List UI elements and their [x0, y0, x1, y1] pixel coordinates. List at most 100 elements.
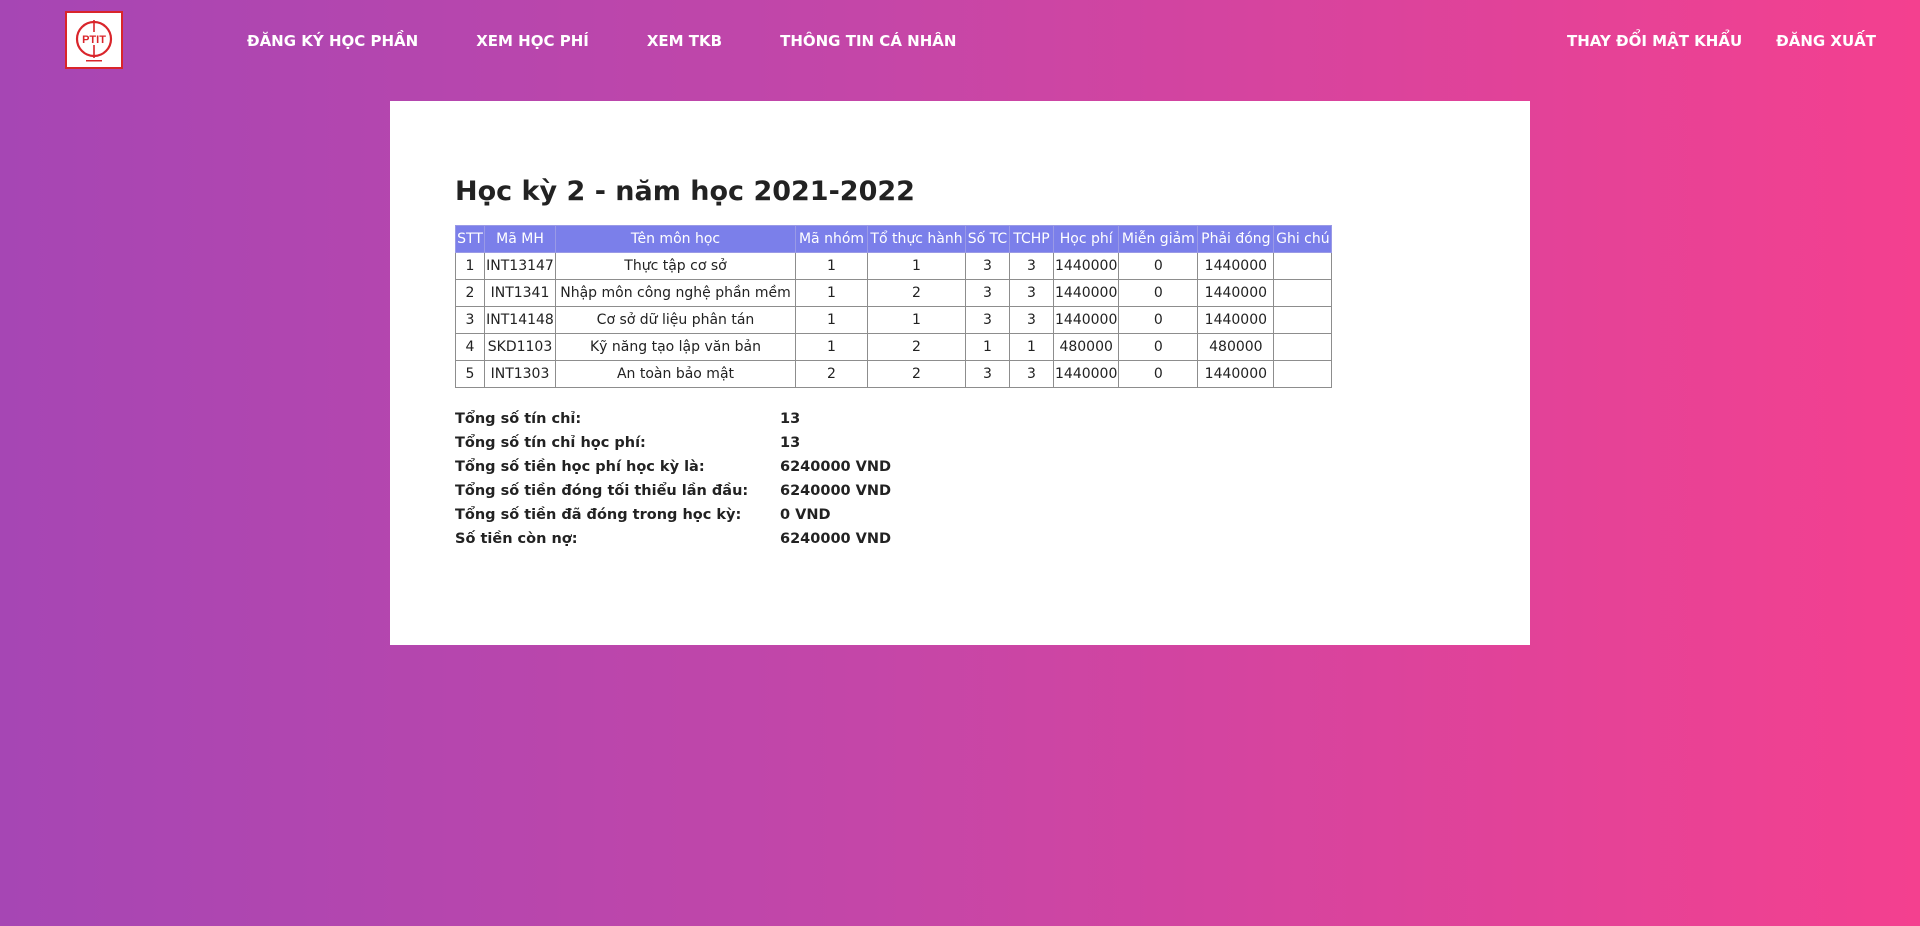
summary-label: Tổng số tín chỉ học phí: — [455, 435, 646, 451]
nav-right: THAY ĐỔI MẬT KHẨU ĐĂNG XUẤT — [1533, 0, 1876, 82]
summary-row-dong-toi-thieu: Tổng số tiền đóng tối thiểu lần đầu: 624… — [455, 479, 891, 503]
summary-value: 13 — [780, 435, 801, 451]
nav-thong-tin-ca-nhan[interactable]: THÔNG TIN CÁ NHÂN — [780, 32, 956, 50]
summary-row-tong-tien-hoc-phi: Tổng số tiền học phí học kỳ là: 6240000 … — [455, 455, 891, 479]
cell-ma-mh: INT1303 — [484, 360, 556, 388]
summary-value: 0 VND — [780, 507, 831, 523]
col-header-so-tc: Số TC — [965, 225, 1010, 253]
cell-hoc-phi: 480000 — [1052, 333, 1120, 361]
cell-stt: 1 — [455, 252, 485, 280]
cell-tchp: 3 — [1009, 252, 1054, 280]
col-header-ghi-chu: Ghi chú — [1273, 225, 1333, 253]
nav-dang-ky-hoc-phan[interactable]: ĐĂNG KÝ HỌC PHẦN — [247, 32, 418, 50]
cell-mien-giam: 0 — [1118, 306, 1199, 334]
nav-left: ĐĂNG KÝ HỌC PHẦN XEM HỌC PHÍ XEM TKB THÔ… — [247, 0, 1014, 82]
page-title: Học kỳ 2 - năm học 2021-2022 — [455, 176, 915, 207]
tuition-summary: Tổng số tín chỉ: 13 Tổng số tín chỉ học … — [455, 407, 891, 551]
ptit-logo-icon[interactable]: PTIT — [65, 11, 123, 69]
cell-mien-giam: 0 — [1118, 360, 1199, 388]
cell-ghi-chu — [1273, 306, 1333, 334]
cell-so-tc: 3 — [965, 360, 1010, 388]
cell-ma-mh: INT1341 — [484, 279, 556, 307]
cell-so-tc: 3 — [965, 306, 1010, 334]
cell-tchp: 1 — [1009, 333, 1054, 361]
col-header-phai-dong: Phải đóng — [1197, 225, 1275, 253]
summary-row-tong-so-tin-chi-hoc-phi: Tổng số tín chỉ học phí: 13 — [455, 431, 891, 455]
cell-to-thuc-hanh: 2 — [867, 279, 966, 307]
cell-stt: 3 — [455, 306, 485, 334]
cell-to-thuc-hanh: 1 — [867, 306, 966, 334]
summary-label: Tổng số tiền đã đóng trong học kỳ: — [455, 507, 742, 523]
cell-ghi-chu — [1273, 333, 1333, 361]
top-navbar: PTIT ĐĂNG KÝ HỌC PHẦN XEM HỌC PHÍ XEM TK… — [0, 0, 1920, 82]
summary-value: 6240000 VND — [780, 531, 892, 547]
cell-tchp: 3 — [1009, 279, 1054, 307]
summary-label: Tổng số tín chỉ: — [455, 411, 582, 427]
nav-dang-xuat[interactable]: ĐĂNG XUẤT — [1776, 32, 1876, 50]
summary-value: 6240000 VND — [780, 459, 892, 475]
table-row: 5 INT1303 An toàn bảo mật 2 2 3 3 144000… — [455, 360, 1333, 388]
cell-ma-mh: SKD1103 — [484, 333, 556, 361]
col-header-ten-mon-hoc: Tên môn học — [555, 225, 796, 253]
table-row: 4 SKD1103 Kỹ năng tạo lập văn bản 1 2 1 … — [455, 333, 1333, 361]
table-row: 1 INT13147 Thực tập cơ sở 1 1 3 3 144000… — [455, 252, 1333, 280]
col-header-to-thuc-hanh: Tổ thực hành — [867, 225, 966, 253]
col-header-ma-mh: Mã MH — [484, 225, 556, 253]
cell-ma-mh: INT14148 — [484, 306, 556, 334]
logo-text: PTIT — [82, 34, 106, 46]
nav-thay-doi-mat-khau[interactable]: THAY ĐỔI MẬT KHẨU — [1567, 32, 1742, 50]
cell-mien-giam: 0 — [1118, 333, 1199, 361]
cell-phai-dong: 480000 — [1197, 333, 1275, 361]
summary-value: 13 — [780, 411, 801, 427]
cell-to-thuc-hanh: 1 — [867, 252, 966, 280]
table-row: 3 INT14148 Cơ sở dữ liệu phân tán 1 1 3 … — [455, 306, 1333, 334]
cell-ma-nhom: 1 — [795, 252, 868, 280]
summary-row-con-no: Số tiền còn nợ: 6240000 VND — [455, 527, 891, 551]
cell-ma-mh: INT13147 — [484, 252, 556, 280]
cell-ma-nhom: 1 — [795, 333, 868, 361]
summary-label: Số tiền còn nợ: — [455, 531, 578, 547]
cell-hoc-phi: 1440000 — [1052, 360, 1120, 388]
cell-stt: 2 — [455, 279, 485, 307]
cell-so-tc: 3 — [965, 279, 1010, 307]
summary-value: 6240000 VND — [780, 483, 892, 499]
cell-ten-mon-hoc: Nhập môn công nghệ phần mềm — [555, 279, 796, 307]
cell-ten-mon-hoc: Kỹ năng tạo lập văn bản — [555, 333, 796, 361]
cell-ten-mon-hoc: Thực tập cơ sở — [555, 252, 796, 280]
cell-mien-giam: 0 — [1118, 252, 1199, 280]
cell-hoc-phi: 1440000 — [1052, 252, 1120, 280]
summary-label: Tổng số tiền đóng tối thiểu lần đầu: — [455, 483, 749, 499]
cell-tchp: 3 — [1009, 306, 1054, 334]
cell-phai-dong: 1440000 — [1197, 252, 1275, 280]
cell-mien-giam: 0 — [1118, 279, 1199, 307]
cell-to-thuc-hanh: 2 — [867, 333, 966, 361]
cell-tchp: 3 — [1009, 360, 1054, 388]
cell-ma-nhom: 1 — [795, 279, 868, 307]
cell-ma-nhom: 1 — [795, 306, 868, 334]
main-card: Học kỳ 2 - năm học 2021-2022 STT Mã MH T… — [390, 101, 1530, 645]
cell-stt: 5 — [455, 360, 485, 388]
cell-so-tc: 1 — [965, 333, 1010, 361]
cell-ghi-chu — [1273, 279, 1333, 307]
cell-hoc-phi: 1440000 — [1052, 306, 1120, 334]
ptit-logo-graphic: PTIT — [75, 20, 113, 62]
summary-row-tong-so-tin-chi: Tổng số tín chỉ: 13 — [455, 407, 891, 431]
col-header-stt: STT — [455, 225, 485, 253]
summary-label: Tổng số tiền học phí học kỳ là: — [455, 459, 705, 475]
cell-ghi-chu — [1273, 252, 1333, 280]
cell-phai-dong: 1440000 — [1197, 279, 1275, 307]
cell-hoc-phi: 1440000 — [1052, 279, 1120, 307]
tuition-table: STT Mã MH Tên môn học Mã nhóm Tổ thực hà… — [455, 225, 1333, 388]
nav-xem-hoc-phi[interactable]: XEM HỌC PHÍ — [476, 32, 589, 50]
col-header-tchp: TCHP — [1009, 225, 1054, 253]
cell-phai-dong: 1440000 — [1197, 306, 1275, 334]
cell-ghi-chu — [1273, 360, 1333, 388]
col-header-hoc-phi: Học phí — [1052, 225, 1120, 253]
cell-ten-mon-hoc: Cơ sở dữ liệu phân tán — [555, 306, 796, 334]
cell-ma-nhom: 2 — [795, 360, 868, 388]
table-row: 2 INT1341 Nhập môn công nghệ phần mềm 1 … — [455, 279, 1333, 307]
table-header-row: STT Mã MH Tên môn học Mã nhóm Tổ thực hà… — [455, 225, 1333, 253]
col-header-mien-giam: Miễn giảm — [1118, 225, 1199, 253]
cell-so-tc: 3 — [965, 252, 1010, 280]
nav-xem-tkb[interactable]: XEM TKB — [647, 32, 722, 50]
